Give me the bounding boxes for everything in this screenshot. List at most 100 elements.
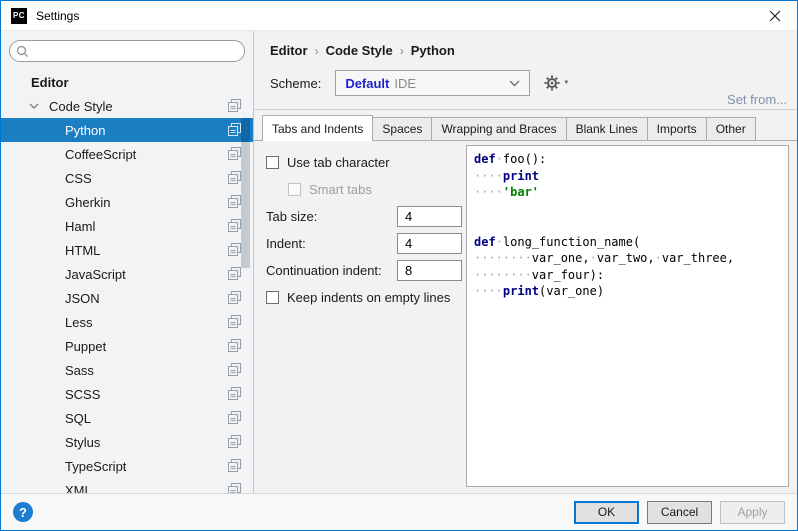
breadcrumb: Editor›Code Style›Python	[270, 43, 455, 58]
tab-wrapping-and-braces[interactable]: Wrapping and Braces	[431, 117, 566, 140]
tab-imports[interactable]: Imports	[647, 117, 707, 140]
smart-tabs-row: Smart tabs	[266, 176, 466, 203]
sidebar-item-label: Less	[65, 315, 92, 330]
chevron-down-icon[interactable]	[29, 103, 41, 109]
pycharm-logo-icon: PC	[11, 8, 27, 24]
tab-size-input[interactable]	[397, 206, 462, 227]
sidebar-item-label: CoffeeScript	[65, 147, 136, 162]
title-bar: PC Settings	[1, 1, 797, 31]
close-icon	[769, 10, 781, 22]
scheme-value-primary: Default	[345, 76, 389, 91]
help-button[interactable]: ?	[13, 502, 33, 522]
settings-search-box[interactable]	[9, 40, 245, 62]
breadcrumb-separator: ›	[315, 44, 319, 58]
sidebar-item-python[interactable]: Python	[1, 118, 253, 142]
copy-settings-icon	[228, 435, 241, 448]
tab-size-label: Tab size:	[266, 209, 317, 224]
indent-label: Indent:	[266, 236, 306, 251]
copy-settings-icon	[228, 459, 241, 472]
sidebar-item-label: SCSS	[65, 387, 100, 402]
sidebar-item-typescript[interactable]: TypeScript	[1, 454, 253, 478]
code-line: def·long_function_name(	[474, 234, 788, 251]
copy-settings-icon	[228, 267, 241, 280]
copy-settings-icon	[228, 195, 241, 208]
sidebar-item-sql[interactable]: SQL	[1, 406, 253, 430]
code-line: ········var_four):	[474, 267, 788, 284]
code-line: ····'bar'	[474, 184, 788, 201]
sidebar-item-css[interactable]: CSS	[1, 166, 253, 190]
ok-button[interactable]: OK	[574, 501, 639, 524]
sidebar-item-scss[interactable]: SCSS	[1, 382, 253, 406]
code-line: ········var_one,·var_two,·var_three,	[474, 250, 788, 267]
sidebar-item-label: XML	[65, 483, 92, 494]
sidebar-item-javascript[interactable]: JavaScript	[1, 262, 253, 286]
code-line	[474, 201, 788, 218]
chevron-down-icon	[509, 80, 520, 87]
sidebar-item-json[interactable]: JSON	[1, 286, 253, 310]
sidebar-item-label: Haml	[65, 219, 95, 234]
scheme-value-secondary: IDE	[394, 76, 416, 91]
scheme-row: Scheme: Default IDE	[270, 70, 569, 96]
sidebar-item-label: JavaScript	[65, 267, 126, 282]
copy-settings-icon	[228, 339, 241, 352]
copy-settings-icon	[228, 219, 241, 232]
tab-blank-lines[interactable]: Blank Lines	[566, 117, 648, 140]
use-tab-character-row: Use tab character	[266, 149, 466, 176]
copy-settings-icon	[228, 99, 241, 112]
sidebar-item-stylus[interactable]: Stylus	[1, 430, 253, 454]
sidebar-item-label: SQL	[65, 411, 91, 426]
breadcrumb-item-editor: Editor	[270, 43, 308, 58]
tab-tabs-and-indents[interactable]: Tabs and Indents	[262, 115, 373, 141]
dialog-footer: ? OK Cancel Apply	[1, 493, 797, 530]
indent-row: Indent:	[266, 230, 466, 257]
sidebar-item-gherkin[interactable]: Gherkin	[1, 190, 253, 214]
tab-content: Use tab character Smart tabs Tab size: I…	[254, 141, 797, 493]
sidebar-item-puppet[interactable]: Puppet	[1, 334, 253, 358]
sidebar-item-sass[interactable]: Sass	[1, 358, 253, 382]
settings-tree: EditorCode Style Python CoffeeScript CSS Ghe…	[1, 70, 253, 493]
use-tab-character-checkbox[interactable]	[266, 156, 279, 169]
sidebar-item-label: Python	[65, 123, 105, 138]
sidebar-item-coffeescript[interactable]: CoffeeScript	[1, 142, 253, 166]
code-line: ····print(var_one)	[474, 283, 788, 300]
window-title: Settings	[36, 9, 79, 23]
sidebar-scrollbar-thumb[interactable]	[241, 118, 250, 268]
search-icon	[16, 45, 29, 58]
smart-tabs-label: Smart tabs	[309, 182, 372, 197]
keep-indents-row: Keep indents on empty lines	[266, 284, 466, 311]
scheme-actions-button[interactable]: ▼	[544, 75, 569, 91]
sidebar-item-haml[interactable]: Haml	[1, 214, 253, 238]
set-from-link[interactable]: Set from...	[727, 92, 787, 107]
code-line: def·foo():	[474, 151, 788, 168]
gear-caret-icon: ▼	[563, 80, 569, 86]
search-input[interactable]	[29, 42, 244, 60]
settings-dialog: PC Settings EditorCode StylePythonCoffee…	[0, 0, 798, 531]
gear-icon	[544, 75, 560, 91]
continuation-indent-input[interactable]	[397, 260, 462, 281]
sidebar-item-editor[interactable]: Editor	[1, 70, 253, 94]
scheme-label: Scheme:	[270, 76, 321, 91]
sidebar-item-label: JSON	[65, 291, 100, 306]
sidebar-item-label: Sass	[65, 363, 94, 378]
close-button[interactable]	[752, 1, 797, 31]
sidebar-item-html[interactable]: HTML	[1, 238, 253, 262]
sidebar-item-label: TypeScript	[65, 459, 126, 474]
code-style-tabs: Tabs and IndentsSpacesWrapping and Brace…	[254, 110, 797, 141]
tab-spaces[interactable]: Spaces	[372, 117, 432, 140]
sidebar-item-code-style[interactable]: Code Style	[1, 94, 253, 118]
tab-other[interactable]: Other	[706, 117, 756, 140]
copy-settings-icon	[228, 291, 241, 304]
copy-settings-icon	[228, 147, 241, 160]
copy-settings-icon	[228, 315, 241, 328]
smart-tabs-checkbox	[288, 183, 301, 196]
breadcrumb-item-python: Python	[411, 43, 455, 58]
keep-indents-checkbox[interactable]	[266, 291, 279, 304]
sidebar-item-label: Gherkin	[65, 195, 111, 210]
scheme-select[interactable]: Default IDE	[335, 70, 530, 96]
settings-panel: Editor›Code Style›Python Scheme: Default…	[254, 31, 797, 493]
sidebar-item-less[interactable]: Less	[1, 310, 253, 334]
sidebar-item-xml[interactable]: XML	[1, 478, 253, 493]
cancel-button[interactable]: Cancel	[647, 501, 712, 524]
indent-input[interactable]	[397, 233, 462, 254]
dialog-body: EditorCode StylePythonCoffeeScriptCSSGhe…	[1, 31, 797, 493]
